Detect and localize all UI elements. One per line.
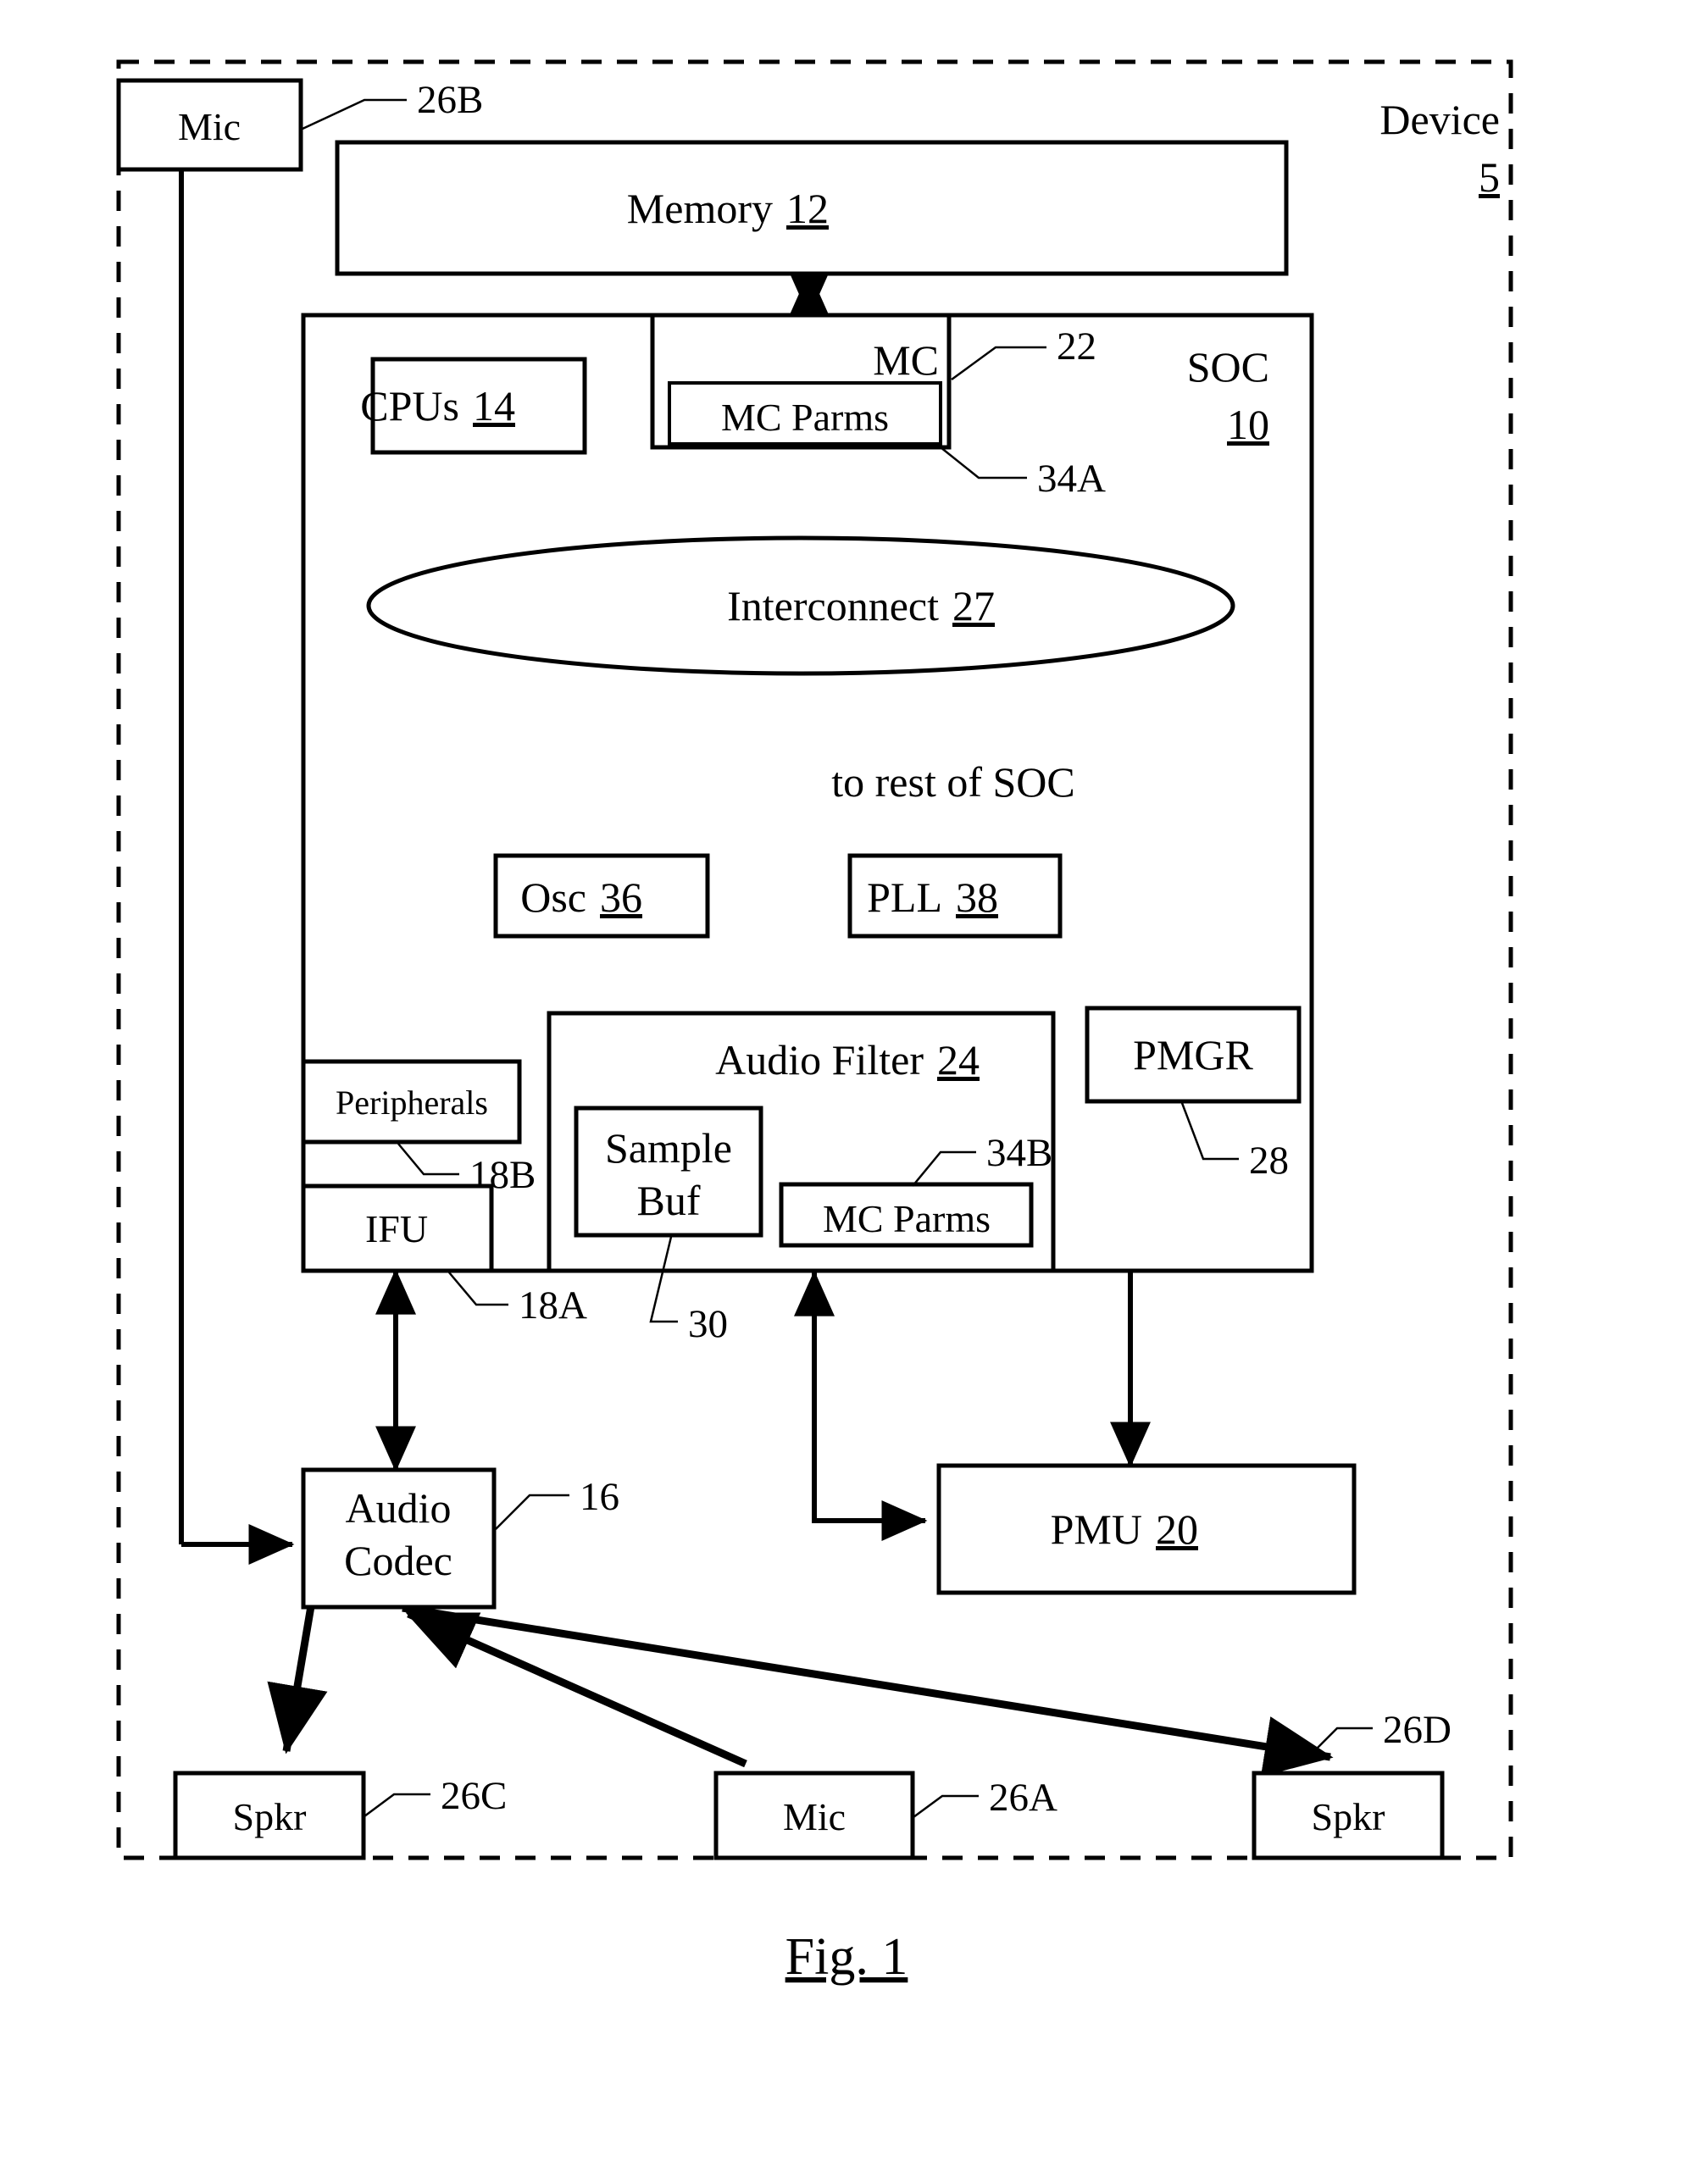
audio-codec-label-line2: Codec: [344, 1537, 452, 1584]
ifu-label: IFU: [365, 1207, 428, 1250]
device-ref: 5: [1479, 153, 1500, 201]
mc-parms-34a-label: MC Parms: [721, 396, 889, 439]
leader-26b: [302, 98, 407, 130]
audio-codec-label-line1: Audio: [346, 1484, 452, 1532]
audio-codec-ref: 16: [580, 1475, 619, 1519]
mc-parms-34a-ref: 34A: [1037, 457, 1106, 501]
mic-26a-label: Mic: [783, 1795, 846, 1838]
connector-codec-spkr26d: [402, 1604, 1334, 1777]
ifu-ref: 18A: [519, 1283, 587, 1328]
pmu-label: PMU: [1051, 1505, 1142, 1553]
leader-26a: [913, 1794, 979, 1819]
leader-26c: [364, 1793, 430, 1818]
peripherals-ref: 18B: [469, 1153, 536, 1197]
pmu-box: [936, 1463, 1357, 1595]
mc-ref: 22: [1057, 324, 1096, 369]
interconnect-ref: 27: [952, 582, 995, 629]
osc-ref: 36: [600, 873, 642, 921]
interconnect-label: Interconnect: [727, 582, 939, 629]
mc-label: MC: [873, 336, 939, 384]
patent-figure: Device 5 Mic 26B Memory 12 SOC 10 CPUs 1…: [0, 0, 1693, 2184]
mc-parms-34b-ref: 34B: [986, 1131, 1052, 1175]
cpus-label: CPUs: [360, 382, 459, 430]
pll-ref: 38: [956, 873, 998, 921]
audio-filter-ref: 24: [937, 1036, 980, 1084]
sample-buf-ref: 30: [688, 1302, 728, 1346]
memory-label: Memory: [627, 185, 773, 232]
leader-16: [495, 1494, 569, 1530]
memory-ref: 12: [786, 185, 829, 232]
spkr-26c-label: Spkr: [233, 1795, 307, 1838]
connector-codec-spkr26c: [267, 1605, 328, 1754]
mic-26b-label: Mic: [178, 105, 241, 148]
to-rest-of-soc-label: to rest of SOC: [831, 758, 1075, 806]
sample-buf-label-line2: Buf: [637, 1177, 701, 1224]
figure-caption: Fig. 1: [785, 1928, 908, 1986]
cpus-ref: 14: [473, 382, 515, 430]
osc-label: Osc: [520, 873, 586, 921]
spkr-26d-ref: 26D: [1383, 1708, 1452, 1752]
diagram-canvas: Device 5 Mic 26B Memory 12 SOC 10 CPUs 1…: [116, 59, 1513, 1986]
pll-label: PLL: [867, 873, 942, 921]
peripherals-label: Peripherals: [336, 1084, 488, 1122]
pmgr-label: PMGR: [1133, 1031, 1253, 1078]
audio-filter-label: Audio Filter: [715, 1036, 924, 1084]
sample-buf-label-line1: Sample: [605, 1124, 732, 1172]
connector-audiofilter-pmu: [794, 1270, 928, 1541]
spkr-26d-label: Spkr: [1312, 1795, 1385, 1838]
spkr-26c-ref: 26C: [441, 1774, 507, 1818]
soc-ref: 10: [1227, 401, 1269, 448]
soc-label: SOC: [1187, 343, 1269, 391]
pmgr-ref: 28: [1249, 1139, 1289, 1183]
pmu-ref: 20: [1156, 1505, 1198, 1553]
leader-18a: [448, 1272, 508, 1306]
mc-parms-34b-label: MC Parms: [823, 1197, 991, 1240]
mic-26a-ref: 26A: [989, 1776, 1057, 1820]
device-label: Device: [1379, 96, 1500, 143]
mic-26b-ref: 26B: [417, 78, 483, 122]
